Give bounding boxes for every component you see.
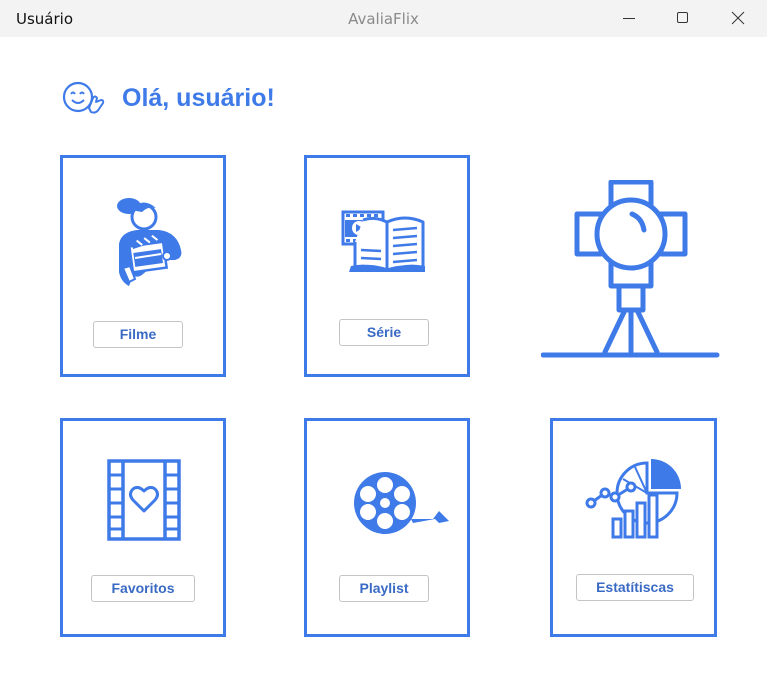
minimize-button[interactable] [606, 0, 652, 36]
spotlight-icon [541, 180, 721, 360]
maximize-button[interactable] [660, 0, 706, 36]
film-reel-icon [353, 469, 449, 541]
card-filme[interactable]: Filme [60, 155, 226, 377]
title-bar[interactable]: Usuário AvaliaFlix [0, 0, 767, 37]
serie-button[interactable]: Série [339, 319, 429, 346]
greeting-title: Olá, usuário! [122, 84, 275, 112]
smiley-face-icon [62, 80, 108, 116]
card-serie[interactable]: Série [304, 155, 470, 377]
close-icon [731, 11, 745, 25]
film-heart-icon [107, 459, 181, 541]
minimize-icon [623, 18, 635, 19]
film-book-icon [341, 206, 433, 274]
favoritos-button[interactable]: Favoritos [91, 575, 195, 602]
card-playlist[interactable]: Playlist [304, 418, 470, 637]
filme-button[interactable]: Filme [93, 321, 183, 348]
chart-stats-icon [585, 459, 681, 543]
card-favoritos[interactable]: Favoritos [60, 418, 226, 637]
close-button[interactable] [715, 0, 761, 36]
window-title: Usuário [16, 10, 74, 28]
maximize-icon [677, 12, 688, 23]
card-estatisticas[interactable]: Estatítiscas [550, 418, 717, 637]
estatisticas-button[interactable]: Estatítiscas [576, 574, 694, 601]
app-window: Usuário AvaliaFlix Olá, usuário! Filme S… [0, 0, 767, 698]
woman-clapperboard-icon [107, 194, 187, 290]
playlist-button[interactable]: Playlist [339, 575, 429, 602]
